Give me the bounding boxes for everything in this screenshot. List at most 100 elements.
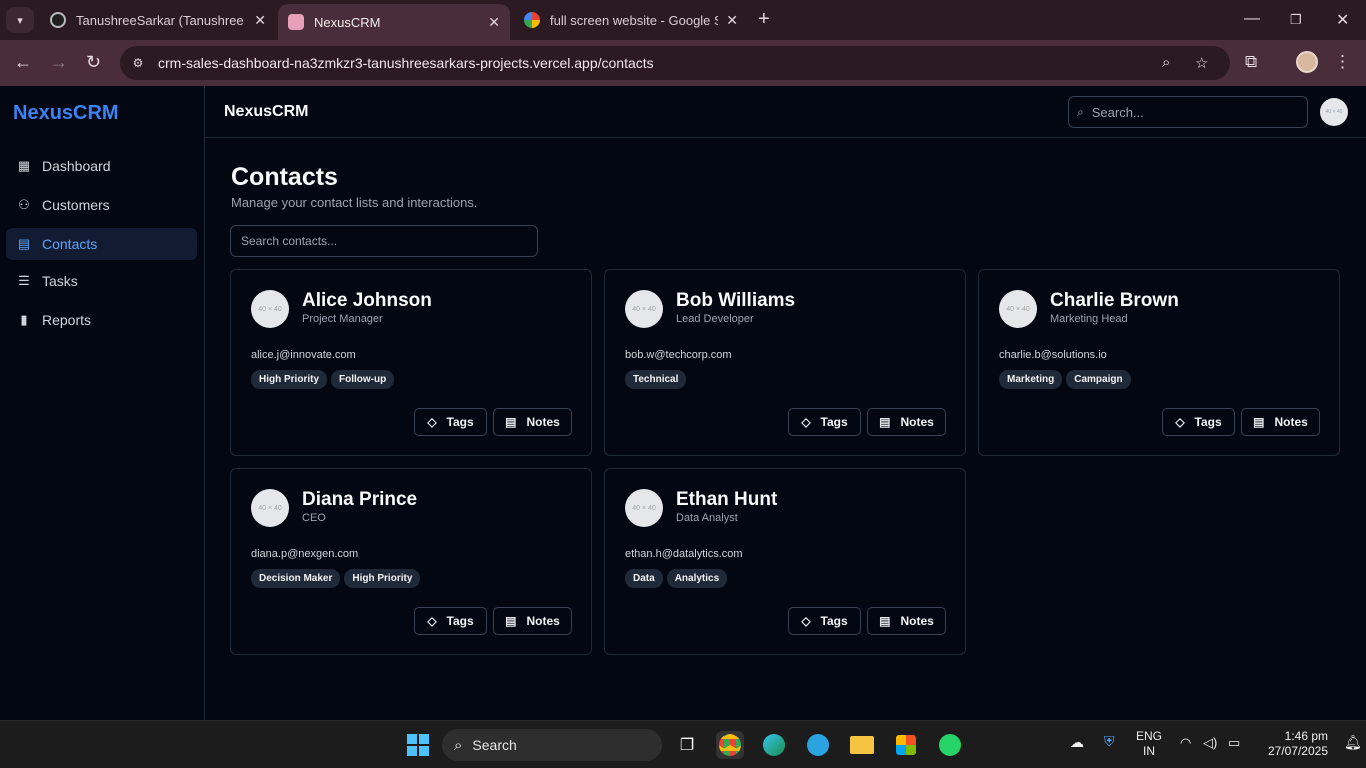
- close-tab-icon[interactable]: ✕: [488, 14, 500, 31]
- notifications-bell-icon[interactable]: 🔔︎: [1344, 735, 1362, 750]
- brand-logo[interactable]: NexusCRM: [13, 102, 119, 125]
- notes-button-label: Notes: [526, 415, 560, 429]
- notes-button-label: Notes: [526, 614, 560, 628]
- tab-title: NexusCRM: [314, 14, 381, 30]
- contact-tags: Decision Maker High Priority: [251, 569, 421, 588]
- contacts-search-input[interactable]: [230, 225, 538, 257]
- onedrive-cloud-icon[interactable]: ☁: [1070, 735, 1084, 750]
- sidebar-item-contacts[interactable]: ▤ Contacts: [6, 228, 197, 260]
- github-favicon-icon: [50, 12, 66, 28]
- tag-icon: ◇: [427, 614, 437, 628]
- contact-card: 40 × 40 Charlie Brown Marketing Head cha…: [978, 269, 1340, 456]
- reload-icon[interactable]: ↻: [86, 52, 101, 73]
- contact-email: diana.p@nexgen.com: [251, 548, 359, 560]
- sidebar-item-customers[interactable]: ⚇ Customers: [6, 189, 197, 221]
- notes-file-icon: ▤: [879, 614, 891, 628]
- nexuscrm-favicon-icon: [288, 14, 304, 30]
- battery-icon[interactable]: ▭: [1228, 735, 1240, 750]
- edge-icon[interactable]: [760, 731, 788, 759]
- security-shield-icon[interactable]: ⛨: [1104, 734, 1115, 749]
- tags-button[interactable]: ◇ Tags: [414, 607, 487, 635]
- taskbar-search[interactable]: ⌕ Search: [442, 729, 662, 761]
- contacts-book-icon: ▤: [17, 236, 31, 251]
- contact-tags: Data Analytics: [625, 569, 728, 588]
- tag-badge: Technical: [625, 370, 687, 389]
- contact-card: 40 × 40 Bob Williams Lead Developer bob.…: [604, 269, 966, 456]
- tag-badge: Decision Maker: [251, 569, 341, 588]
- volume-icon[interactable]: ◁): [1203, 735, 1217, 750]
- language-label: ENG: [1136, 729, 1163, 743]
- contact-tags: Technical: [625, 370, 687, 389]
- tags-button[interactable]: ◇ Tags: [788, 408, 861, 436]
- tags-button[interactable]: ◇ Tags: [788, 607, 861, 635]
- url-text[interactable]: crm-sales-dashboard-na3zmkzr3-tanushrees…: [158, 55, 654, 71]
- contact-role: Data Analyst: [676, 512, 738, 524]
- clock-date: 27/07/2025: [1267, 744, 1328, 758]
- sidebar-item-reports[interactable]: ▮ Reports: [6, 304, 197, 336]
- sidebar: NexusCRM ▦ Dashboard ⚇ Customers ▤ Conta…: [0, 86, 205, 720]
- sidebar-item-label: Dashboard: [42, 158, 111, 174]
- close-tab-icon[interactable]: ✕: [726, 12, 738, 29]
- contact-tags: High Priority Follow-up: [251, 370, 395, 389]
- sidebar-item-label: Tasks: [42, 273, 78, 289]
- extensions-icon[interactable]: ⧉: [1245, 52, 1257, 72]
- contact-email: bob.w@techcorp.com: [625, 349, 732, 361]
- notes-button[interactable]: ▤ Notes: [867, 607, 946, 635]
- tags-button[interactable]: ◇ Tags: [1162, 408, 1235, 436]
- forward-icon[interactable]: →: [50, 52, 68, 73]
- global-search[interactable]: ⌕: [1068, 96, 1308, 128]
- telegram-icon[interactable]: [804, 731, 832, 759]
- tab-search-dropdown-icon[interactable]: ▾: [6, 7, 34, 33]
- language-indicator[interactable]: ENG IN: [1136, 729, 1162, 759]
- site-info-icon[interactable]: ⚙: [126, 51, 150, 75]
- windows-start-icon[interactable]: [404, 731, 432, 759]
- browser-menu-icon[interactable]: ⋮: [1334, 52, 1351, 72]
- contact-avatar: 40 × 40: [999, 290, 1037, 328]
- tag-badge: Follow-up: [331, 370, 395, 389]
- tag-badge: Campaign: [1066, 370, 1131, 389]
- taskbar-search-label: Search: [472, 737, 517, 753]
- contact-avatar: 40 × 40: [251, 290, 289, 328]
- os-taskbar: ⌕ Search ❐ ☁ ⛨ ENG IN ◠ ◁) ▭ 1:46 pm 27/…: [0, 720, 1366, 768]
- tags-button[interactable]: ◇ Tags: [414, 408, 487, 436]
- browser-tab-nexuscrm[interactable]: NexusCRM ✕: [278, 4, 510, 40]
- browser-tab-google[interactable]: full screen website - Google Search ✕: [514, 4, 748, 36]
- close-tab-icon[interactable]: ✕: [254, 12, 266, 29]
- tags-button-label: Tags: [820, 614, 848, 628]
- restore-icon[interactable]: ❐: [1290, 12, 1302, 28]
- tab-title: full screen website - Google Search: [550, 12, 718, 28]
- contact-name: Charlie Brown: [1050, 290, 1179, 311]
- back-icon[interactable]: ←: [14, 52, 32, 73]
- bookmark-star-icon[interactable]: ☆: [1195, 54, 1208, 72]
- chrome-icon[interactable]: [716, 731, 744, 759]
- global-search-input[interactable]: [1091, 104, 1292, 120]
- task-view-icon[interactable]: ❐: [673, 731, 701, 759]
- whatsapp-icon[interactable]: [936, 731, 964, 759]
- bar-chart-icon: ▮: [20, 312, 28, 327]
- address-bar[interactable]: ⚙ crm-sales-dashboard-na3zmkzr3-tanushre…: [120, 46, 1230, 80]
- user-avatar[interactable]: 40 × 40: [1320, 98, 1348, 126]
- wifi-icon[interactable]: ◠: [1180, 735, 1191, 750]
- minimize-icon[interactable]: —: [1244, 10, 1260, 28]
- notes-file-icon: ▤: [505, 614, 517, 628]
- zoom-icon[interactable]: ⌕: [1162, 54, 1170, 71]
- notes-button[interactable]: ▤ Notes: [493, 607, 572, 635]
- sidebar-item-tasks[interactable]: ☰ Tasks: [6, 265, 197, 297]
- notes-button[interactable]: ▤ Notes: [493, 408, 572, 436]
- file-explorer-icon[interactable]: [848, 731, 876, 759]
- contact-card: 40 × 40 Alice Johnson Project Manager al…: [230, 269, 592, 456]
- profile-avatar-icon[interactable]: [1296, 51, 1318, 73]
- microsoft-store-icon[interactable]: [892, 731, 920, 759]
- notes-button[interactable]: ▤ Notes: [1241, 408, 1320, 436]
- notes-button[interactable]: ▤ Notes: [867, 408, 946, 436]
- header-title: NexusCRM: [224, 103, 309, 120]
- tags-button-label: Tags: [820, 415, 848, 429]
- new-tab-icon[interactable]: +: [758, 8, 770, 31]
- contact-avatar: 40 × 40: [625, 489, 663, 527]
- window-close-icon[interactable]: ✕: [1336, 10, 1349, 30]
- sidebar-item-dashboard[interactable]: ▦ Dashboard: [6, 150, 197, 182]
- browser-tab-github[interactable]: TanushreeSarkar (Tanushree Sarkar) ✕: [40, 4, 276, 36]
- notes-button-label: Notes: [1274, 415, 1308, 429]
- clock[interactable]: 1:46 pm 27/07/2025: [1256, 729, 1328, 759]
- notes-file-icon: ▤: [1253, 415, 1265, 429]
